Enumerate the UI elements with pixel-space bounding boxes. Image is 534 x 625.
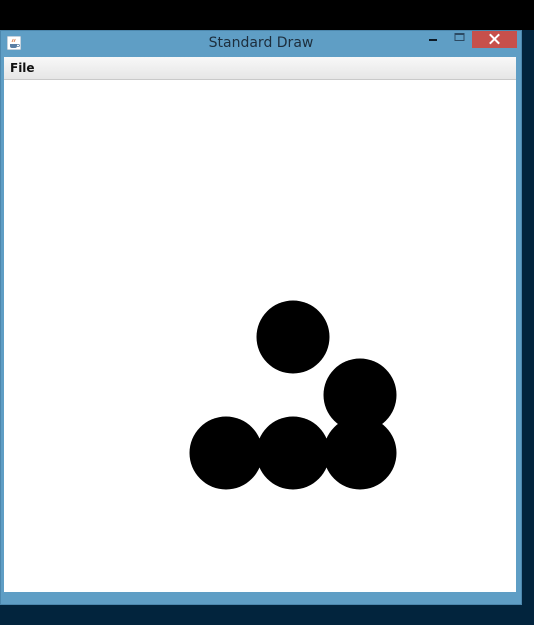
maximize-button[interactable] [448, 31, 470, 47]
standard-draw-window: Standard Draw File [0, 30, 522, 605]
circle-bottom-right [323, 416, 397, 490]
maximize-icon [454, 33, 465, 41]
minimize-icon [429, 39, 437, 41]
window-bottom-border [1, 592, 521, 604]
menu-bar: File [4, 57, 516, 80]
close-icon [489, 33, 500, 45]
title-bar[interactable]: Standard Draw [1, 31, 521, 56]
drawing-canvas[interactable] [4, 80, 516, 592]
close-button[interactable] [472, 31, 517, 48]
desktop-background [522, 30, 534, 605]
minimize-button[interactable] [422, 31, 444, 47]
menu-file[interactable]: File [7, 59, 38, 77]
circle-bottom-center [256, 416, 330, 490]
circle-top [256, 300, 330, 374]
circle-bottom-left [189, 416, 263, 490]
screen-top-strip [0, 0, 534, 30]
canvas-drawing [189, 300, 397, 490]
